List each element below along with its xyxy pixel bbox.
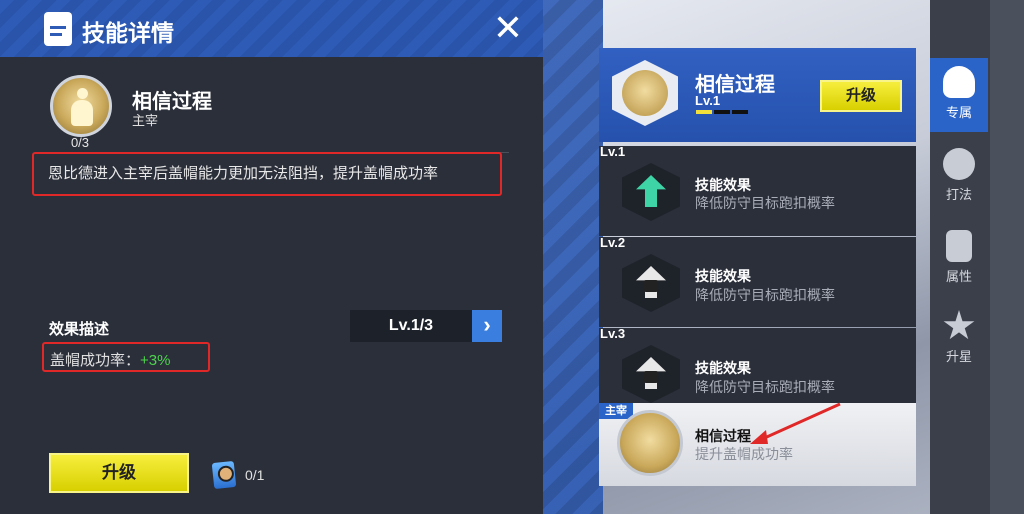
side-nav-item-attributes[interactable]: 属性: [930, 222, 988, 296]
chevron-right-icon: ›: [483, 312, 491, 337]
skill-portrait-icon: [50, 75, 112, 137]
level-desc: 降低防守目标跑扣概率: [695, 195, 835, 211]
upgrade-button[interactable]: 升级: [820, 80, 902, 112]
side-nav-item-star-up[interactable]: 升星: [930, 302, 988, 376]
side-nav-item-exclusive[interactable]: 专属: [930, 58, 988, 132]
level-desc: 降低防守目标跑扣概率: [695, 287, 835, 303]
dialog-header: 技能详情 ✕: [0, 0, 543, 57]
lock-icon: [644, 371, 658, 383]
level-title: 技能效果: [695, 268, 751, 284]
level-tag: Lv.1: [600, 144, 626, 159]
red-arrow-annotation: [750, 402, 841, 444]
effect-label: 盖帽成功率：: [50, 352, 141, 369]
skill-card-level: Lv.1: [695, 93, 721, 108]
skill-role: 主宰: [132, 113, 159, 128]
level-tag: Lv.3: [600, 326, 626, 341]
document-icon: [44, 12, 72, 46]
next-level-button[interactable]: ›: [472, 310, 502, 342]
skill-portrait-icon: [617, 410, 683, 476]
side-nav-item-playstyle[interactable]: 打法: [930, 140, 988, 214]
level-desc: 降低防守目标跑扣概率: [695, 379, 835, 395]
effect-title: 效果描述: [49, 321, 110, 338]
effect-stat: 盖帽成功率：+3%: [50, 349, 170, 370]
level-tag: Lv.2: [600, 235, 626, 250]
main-skill-tag: 主宰: [599, 403, 633, 419]
effect-value: +3%: [140, 352, 171, 369]
level-title: 技能效果: [695, 177, 751, 193]
upgrade-button[interactable]: 升级: [49, 453, 189, 493]
lock-icon: [644, 280, 658, 292]
star-icon: [943, 310, 975, 340]
skill-progress: 0/3: [70, 135, 90, 150]
jersey-icon: [943, 66, 975, 98]
player-card-icon: [211, 460, 237, 490]
level-title: 技能效果: [695, 360, 751, 376]
basketball-icon: [943, 148, 975, 180]
dialog-title: 技能详情: [82, 20, 174, 46]
level-progress-segment: [696, 110, 712, 114]
level-progress-segment: [714, 110, 730, 114]
close-icon: ✕: [492, 7, 524, 48]
document-icon: [946, 230, 972, 262]
close-button[interactable]: ✕: [490, 10, 526, 46]
level-indicator: Lv.1/3: [350, 310, 472, 342]
decorative-stripe: [543, 0, 603, 514]
level-progress-segment: [732, 110, 748, 114]
card-count: 0/1: [245, 467, 265, 483]
side-edge: [990, 0, 1024, 514]
skill-description: 恩比德进入主宰后盖帽能力更加无法阻挡，提升盖帽成功率: [48, 165, 439, 182]
